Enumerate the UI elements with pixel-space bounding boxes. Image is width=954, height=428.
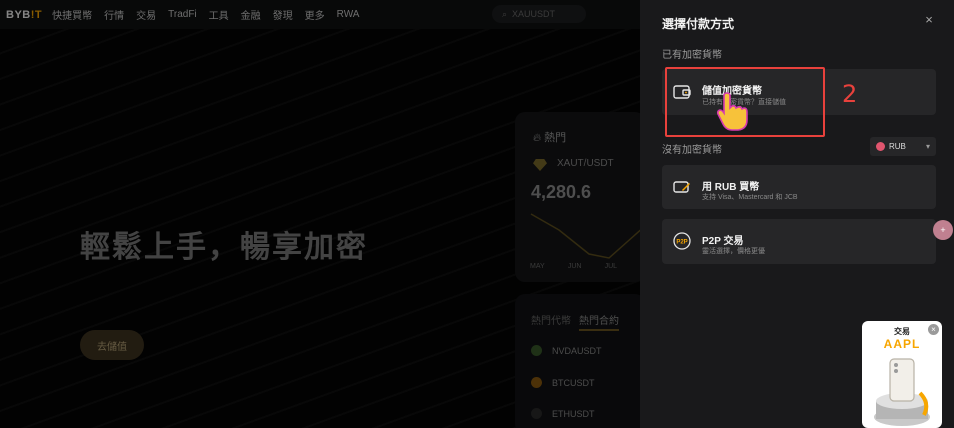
have-crypto-label: 已有加密貨幣	[662, 50, 722, 61]
overlay-dim[interactable]	[0, 0, 640, 428]
currency-select[interactable]: RUB ▾	[870, 137, 936, 156]
tutorial-step-number: 2	[842, 80, 858, 108]
p2p-trade-option[interactable]: P2P P2P 交易 靈活選擇，價格更優	[662, 219, 936, 264]
promo-widget[interactable]: 交易 AAPL ×	[862, 321, 942, 428]
svg-text:P2P: P2P	[676, 240, 687, 246]
p2p-icon: P2P	[673, 232, 691, 250]
no-crypto-label: 沒有加密貨幣	[662, 145, 722, 156]
floating-side-button[interactable]: +	[933, 220, 953, 240]
currency-code: RUB	[889, 142, 906, 151]
rub-flag-icon	[876, 142, 885, 151]
close-icon[interactable]: ×	[928, 324, 939, 335]
option-title: 用 RUB 買幣	[702, 182, 760, 193]
screen: BYB!T 快捷買幣 行情 交易 TradFi 工具 金融 發現 更多 RWA …	[0, 0, 954, 428]
pointing-hand-icon	[716, 92, 748, 131]
option-subtitle: 支持 Visa、Mastercard 和 JCB	[702, 194, 798, 201]
option-subtitle: 靈活選擇，價格更優	[702, 248, 765, 255]
phone-podium-illustration	[874, 358, 930, 426]
buy-with-rub-option[interactable]: 用 RUB 買幣 支持 Visa、Mastercard 和 JCB	[662, 165, 936, 209]
close-icon[interactable]: ×	[922, 13, 936, 27]
drawer-title: 選擇付款方式	[662, 17, 735, 31]
option-title: P2P 交易	[702, 236, 744, 247]
plus-icon: +	[940, 225, 946, 235]
chevron-down-icon: ▾	[925, 142, 930, 151]
card-rocket-icon	[673, 181, 690, 193]
promo-ticker: AAPL	[883, 337, 921, 351]
